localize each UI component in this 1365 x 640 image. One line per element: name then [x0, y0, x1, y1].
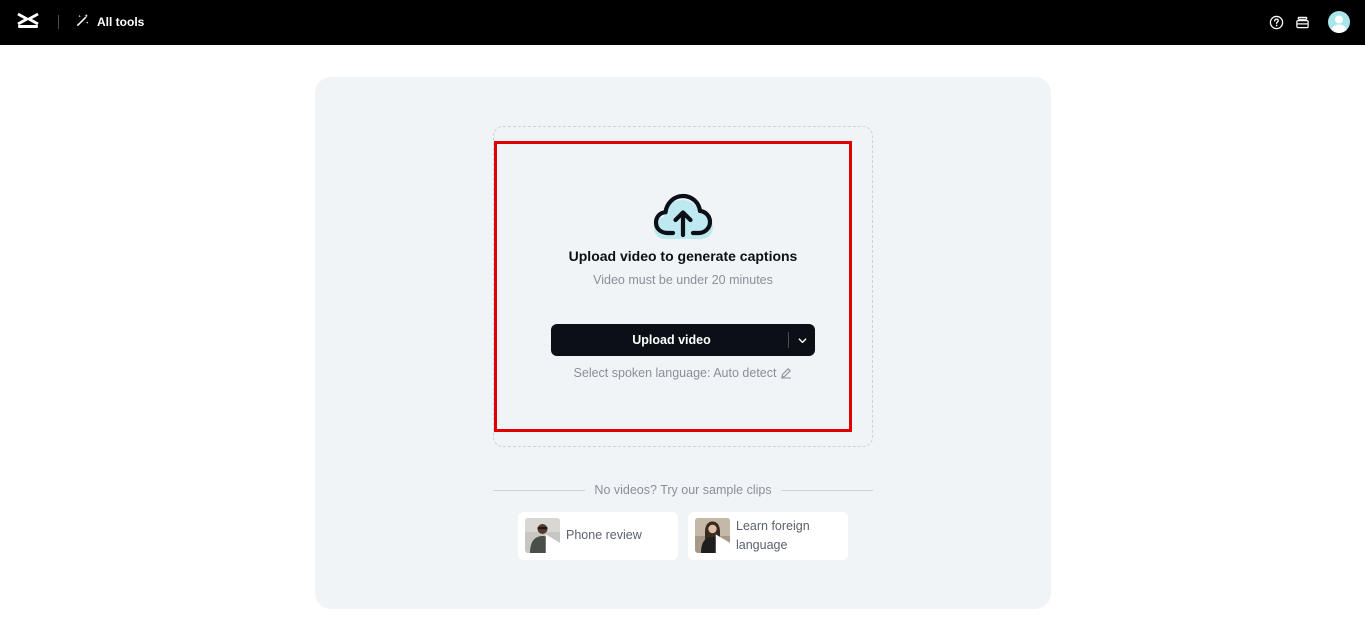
play-icon — [537, 530, 560, 553]
caption-generator-panel: Upload video to generate captions Video … — [315, 77, 1051, 609]
sample-thumbnail — [695, 518, 730, 553]
sample-clip-label: Learn foreign language — [736, 519, 810, 552]
spoken-language-label: Select spoken language: Auto detect — [573, 366, 777, 380]
cloud-upload-icon — [651, 191, 715, 245]
sample-clip-learn-foreign-language[interactable]: Learn foreign language — [688, 512, 848, 560]
sample-clips-heading: No videos? Try our sample clips — [493, 482, 873, 498]
top-bar: All tools — [0, 0, 1365, 45]
sample-clips-text: No videos? Try our sample clips — [594, 483, 772, 497]
divider-line — [780, 489, 873, 491]
sample-clip-label: Phone review — [566, 528, 642, 542]
chevron-down-icon[interactable] — [789, 324, 815, 356]
sample-clip-phone-review[interactable]: Phone review — [518, 512, 678, 560]
upload-video-label: Upload video — [632, 333, 711, 347]
topbar-actions — [1268, 10, 1350, 34]
help-icon[interactable] — [1268, 14, 1284, 30]
upload-video-button[interactable]: Upload video — [551, 324, 815, 356]
all-tools-button[interactable]: All tools — [75, 13, 144, 31]
pencil-icon[interactable] — [780, 367, 792, 379]
play-icon — [707, 530, 730, 553]
topbar-divider — [58, 15, 59, 29]
magic-wand-icon — [75, 13, 90, 31]
all-tools-label: All tools — [97, 15, 145, 29]
upload-title: Upload video to generate captions — [568, 248, 798, 264]
divider-line — [493, 489, 586, 491]
stack-icon[interactable] — [1294, 14, 1310, 30]
upload-subtitle: Video must be under 20 minutes — [593, 273, 773, 287]
avatar[interactable] — [1328, 11, 1350, 33]
sample-thumbnail — [525, 518, 560, 553]
spoken-language-selector[interactable]: Select spoken language: Auto detect — [315, 366, 1051, 380]
capcut-logo-icon[interactable] — [16, 11, 40, 33]
